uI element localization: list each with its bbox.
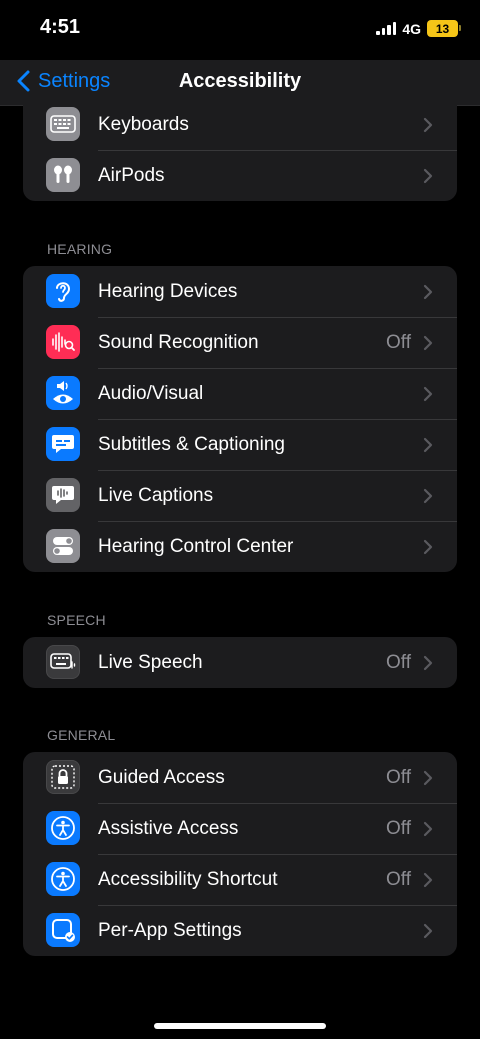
waveform-search-icon (46, 325, 80, 359)
row-label: Per-App Settings (98, 920, 242, 941)
row-accessibility-shortcut[interactable]: Accessibility Shortcut Off (23, 854, 457, 905)
chevron-right-icon (423, 539, 433, 555)
row-audio-visual[interactable]: Audio/Visual (23, 368, 457, 419)
keyboard-icon (46, 107, 80, 141)
row-label: Sound Recognition (98, 332, 259, 353)
chevron-right-icon (423, 117, 433, 132)
status-indicators: 4G 13 (376, 20, 461, 37)
chevron-right-icon (423, 386, 433, 402)
row-subtitles-captioning[interactable]: Subtitles & Captioning (23, 419, 457, 470)
row-content: Audio/Visual (98, 368, 457, 419)
vision-interaction-group: Keyboards AirPods (23, 99, 457, 201)
live-captions-icon (46, 478, 80, 512)
row-guided-access[interactable]: Guided Access Off (23, 752, 457, 803)
page-title: Accessibility (178, 70, 302, 92)
keyboard-speech-icon (46, 645, 80, 679)
battery-level: 13 (435, 21, 450, 36)
app-check-icon (46, 913, 80, 947)
row-label: Accessibility Shortcut (98, 869, 278, 890)
row-label: Live Captions (98, 485, 214, 506)
row-label: Assistive Access (98, 818, 239, 839)
row-content: AirPods (98, 150, 457, 201)
row-assistive-access[interactable]: Assistive Access Off (23, 803, 457, 854)
row-value: Off (386, 766, 411, 788)
chevron-right-icon (423, 770, 433, 785)
lock-icon (46, 760, 80, 794)
row-label: Keyboards (98, 113, 189, 135)
speaker-eye-icon (46, 376, 80, 410)
status-time: 4:51 (40, 16, 81, 38)
row-value: Off (386, 869, 411, 890)
row-content: Guided Access Off (98, 752, 457, 803)
ear-icon (46, 274, 80, 308)
row-content: Live Captions (98, 470, 457, 521)
row-value: Off (386, 651, 411, 673)
chevron-right-icon (423, 168, 433, 184)
chevron-right-icon (423, 488, 433, 504)
row-hearing-control-center[interactable]: Hearing Control Center (23, 521, 457, 572)
accessibility-person-icon (46, 862, 80, 896)
chevron-right-icon (423, 872, 433, 888)
chevron-right-icon (423, 335, 433, 351)
row-content: Live Speech Off (98, 637, 457, 688)
row-content: Sound Recognition Off (98, 317, 457, 368)
section-header-general: GENERAL (47, 727, 116, 743)
row-label: Subtitles & Captioning (98, 434, 285, 455)
row-label: Guided Access (98, 766, 225, 788)
row-content: Subtitles & Captioning (98, 419, 457, 470)
row-value: Off (386, 818, 411, 839)
chevron-right-icon (423, 821, 433, 837)
row-hearing-devices[interactable]: Hearing Devices (23, 266, 457, 317)
chevron-right-icon (423, 284, 433, 299)
airpods-icon (46, 158, 80, 192)
row-label: Hearing Devices (98, 280, 238, 302)
network-type: 4G (402, 20, 421, 37)
row-content: Accessibility Shortcut Off (98, 854, 457, 905)
home-indicator[interactable] (154, 1023, 326, 1029)
general-group: Guided Access Off Assistive Access Off A… (23, 752, 457, 956)
row-sound-recognition[interactable]: Sound Recognition Off (23, 317, 457, 368)
battery-icon: 13 (427, 20, 461, 37)
speech-group: Live Speech Off (23, 637, 457, 688)
captions-bubble-icon (46, 427, 80, 461)
row-keyboards[interactable]: Keyboards (23, 99, 457, 150)
section-header-speech: SPEECH (47, 612, 106, 628)
row-content: Per-App Settings (98, 905, 457, 956)
status-bar: 4:51 4G 13 (0, 0, 480, 60)
row-label: Audio/Visual (98, 383, 204, 404)
row-label: Hearing Control Center (98, 536, 294, 557)
row-value: Off (386, 332, 411, 353)
hearing-group: Hearing Devices Sound Recognition Off Au… (23, 266, 457, 572)
chevron-right-icon (423, 923, 433, 939)
cellular-signal-icon (376, 22, 397, 35)
row-label: AirPods (98, 165, 165, 186)
row-content: Keyboards (98, 99, 457, 150)
row-per-app-settings[interactable]: Per-App Settings (23, 905, 457, 956)
chevron-right-icon (423, 655, 433, 670)
row-content: Hearing Devices (98, 266, 457, 317)
row-live-speech[interactable]: Live Speech Off (23, 637, 457, 688)
toggles-icon (46, 529, 80, 563)
row-airpods[interactable]: AirPods (23, 150, 457, 201)
accessibility-person-icon (46, 811, 80, 845)
section-header-hearing: HEARING (47, 241, 113, 257)
chevron-right-icon (423, 437, 433, 453)
row-content: Assistive Access Off (98, 803, 457, 854)
row-live-captions[interactable]: Live Captions (23, 470, 457, 521)
row-content: Hearing Control Center (98, 521, 457, 572)
row-label: Live Speech (98, 651, 203, 673)
